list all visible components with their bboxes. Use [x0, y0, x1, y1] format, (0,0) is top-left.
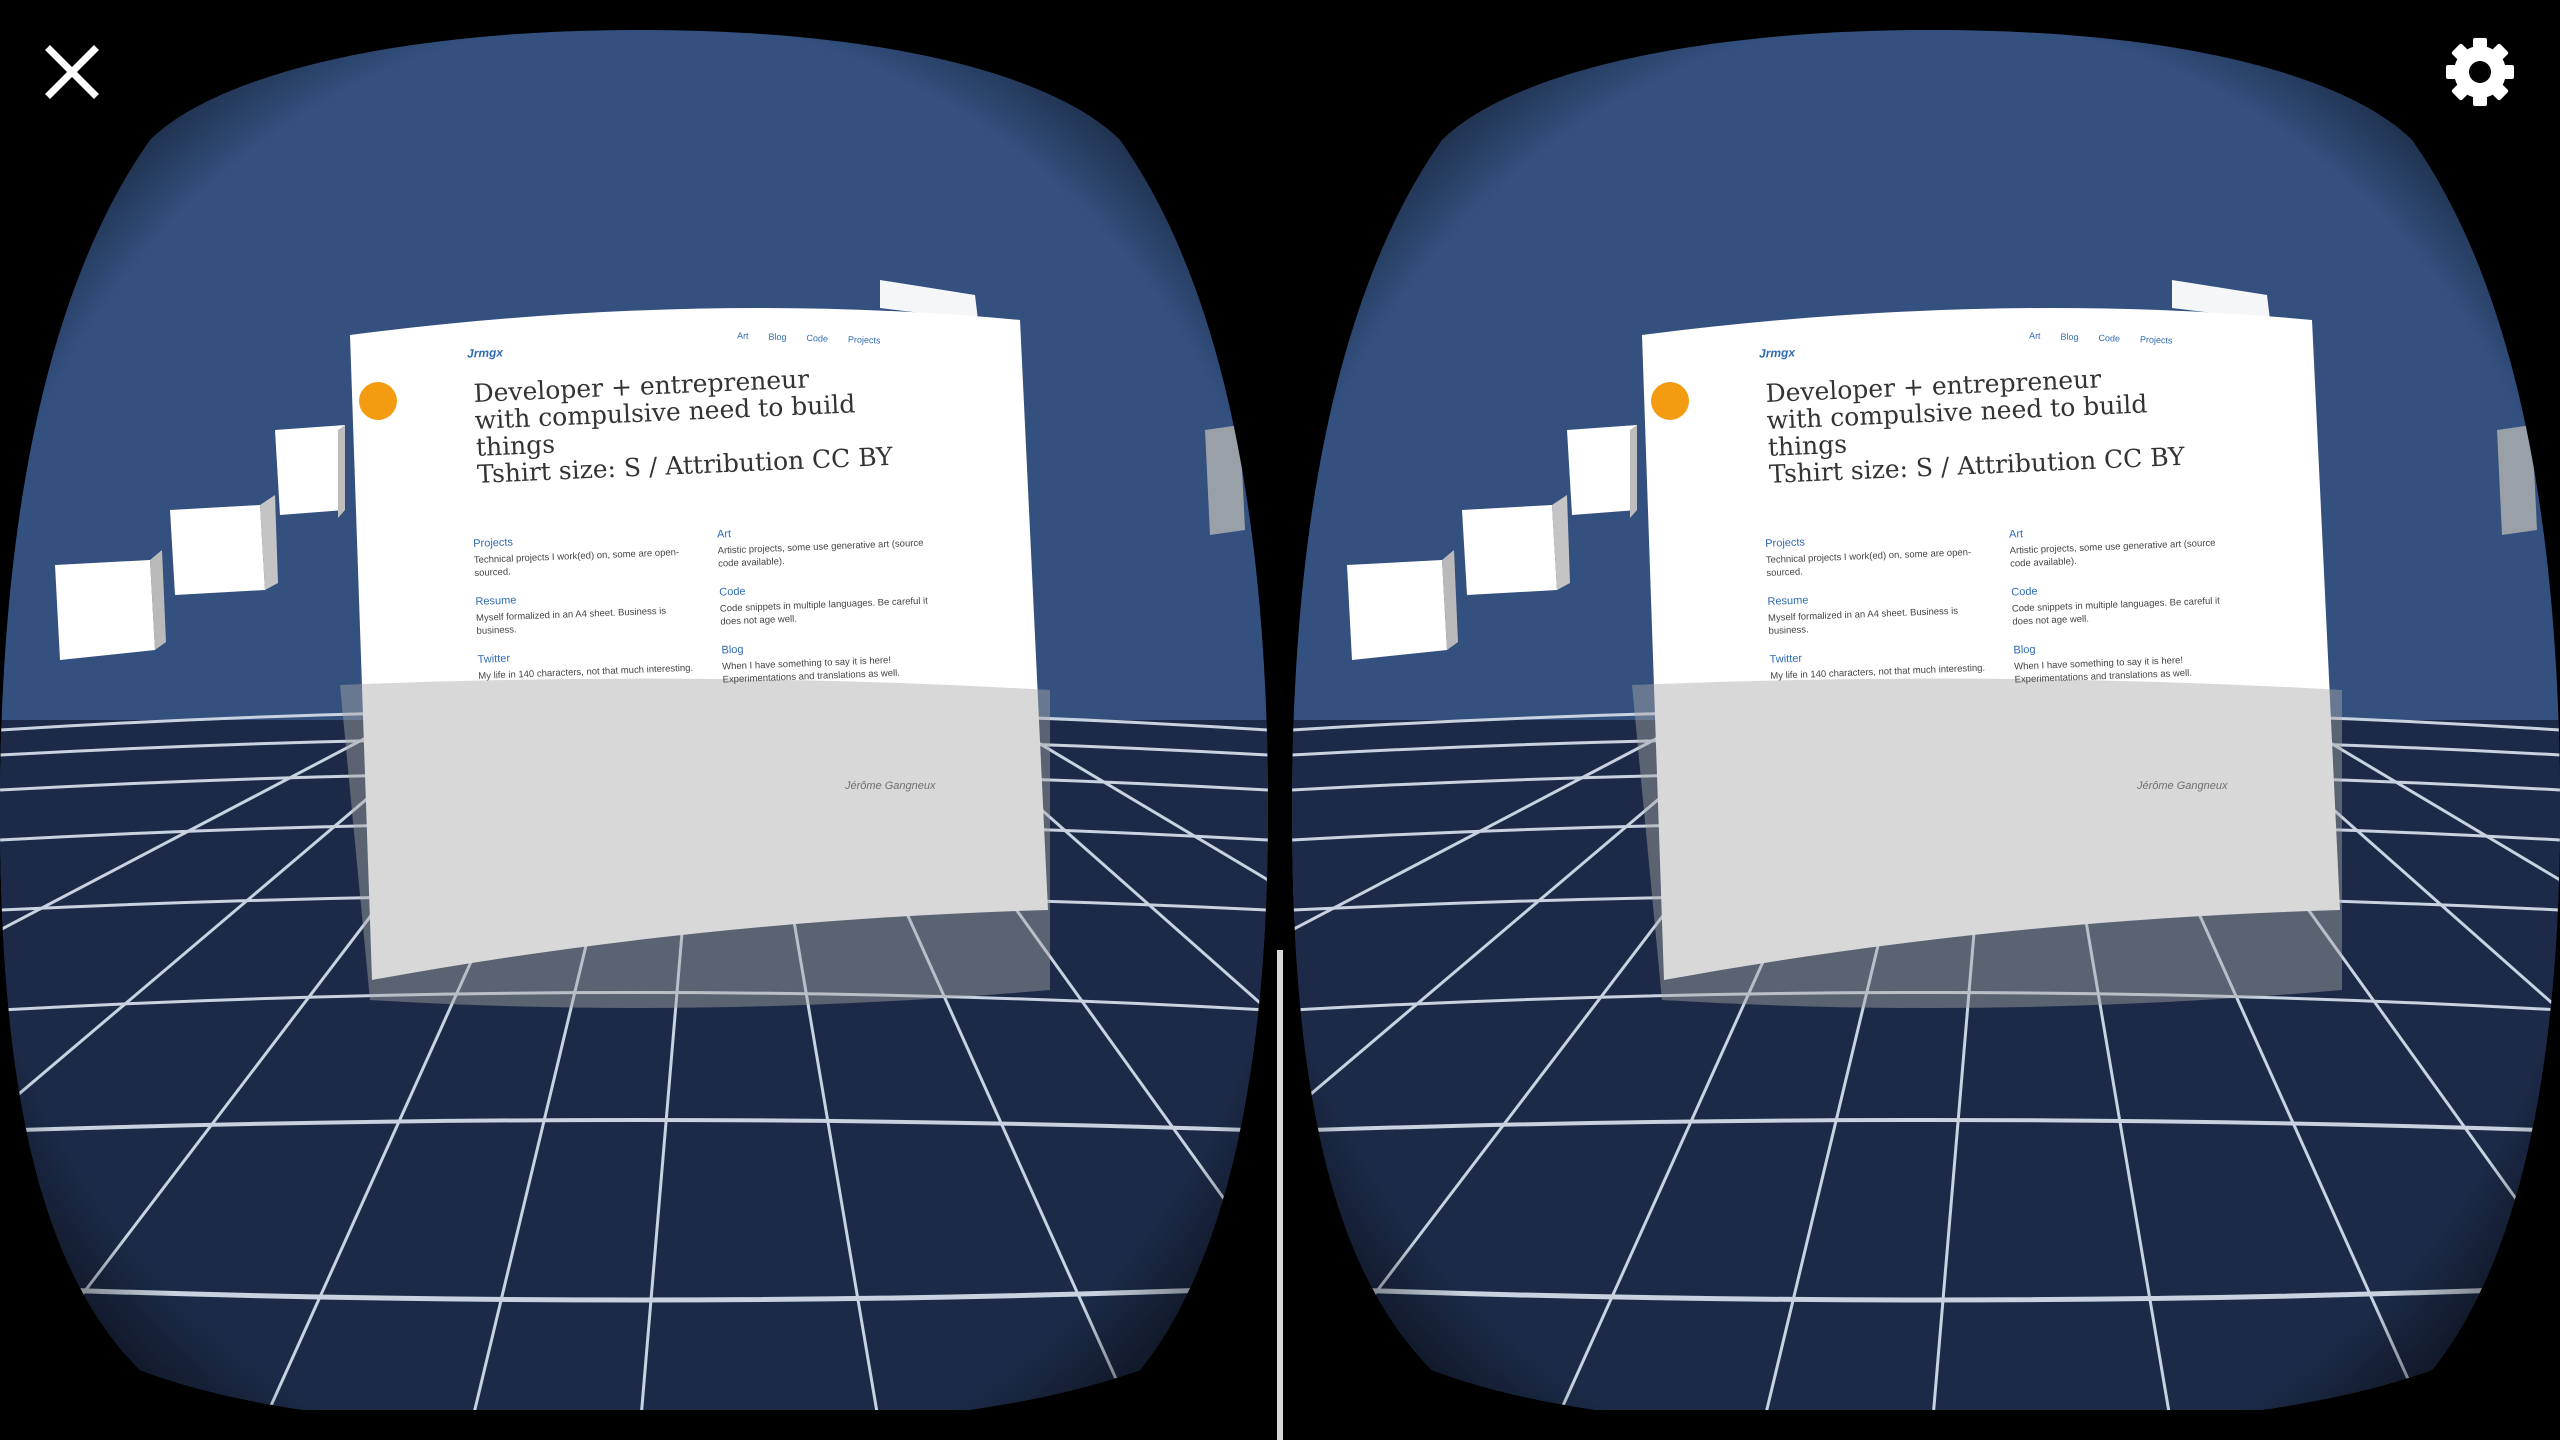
section-code: Code Code snippets in multiple languages… — [719, 578, 936, 628]
section-projects: Projects Technical projects I work(ed) o… — [473, 530, 690, 580]
section-blog: Blog When I have something to say it is … — [2013, 636, 2230, 686]
section-grid: Projects Technical projects I work(ed) o… — [1765, 520, 2231, 696]
section-blog: Blog When I have something to say it is … — [721, 636, 938, 686]
nav-link-code[interactable]: Code — [2098, 333, 2120, 344]
section-grid: Projects Technical projects I work(ed) o… — [473, 520, 939, 696]
signature: Jérôme Gangneux — [845, 780, 936, 792]
section-desc: Technical projects I work(ed) on, some a… — [473, 547, 680, 579]
page-headline: Developer + entrepreneur with compulsive… — [1765, 361, 2199, 489]
signature: Jérôme Gangneux — [2137, 780, 2228, 792]
nav-link-projects[interactable]: Projects — [2140, 334, 2173, 345]
section-resume: Resume Myself formalized in an A4 sheet.… — [475, 588, 692, 638]
left-eye-view: Jrmgx Art Blog Code Projects Developer +… — [0, 30, 1268, 1410]
section-desc: Code snippets in multiple languages. Be … — [2011, 595, 2221, 628]
site-nav: Art Blog Code Projects — [2029, 330, 2173, 345]
logo-dot — [1651, 382, 1689, 420]
nav-link-art[interactable]: Art — [737, 330, 749, 340]
right-eye-view: Jrmgx Art Blog Code Projects Developer +… — [1292, 30, 2560, 1410]
section-twitter: Twitter My life in 140 characters, not t… — [1769, 646, 1986, 696]
site-nav: Art Blog Code Projects — [737, 330, 881, 345]
close-button[interactable] — [36, 36, 108, 108]
section-desc: Artistic projects, some use generative a… — [717, 537, 924, 570]
section-art: Art Artistic projects, some use generati… — [717, 520, 934, 570]
section-desc: Myself formalized in an A4 sheet. Busine… — [1767, 605, 1959, 637]
section-desc: Myself formalized in an A4 sheet. Busine… — [475, 605, 667, 637]
section-desc: Artistic projects, some use generative a… — [2009, 537, 2216, 570]
nav-link-art[interactable]: Art — [2029, 330, 2041, 340]
vr-viewer: Jrmgx Art Blog Code Projects Developer +… — [0, 0, 2560, 1440]
section-resume: Resume Myself formalized in an A4 sheet.… — [1767, 588, 1984, 638]
section-projects: Projects Technical projects I work(ed) o… — [1765, 530, 1982, 580]
section-desc: My life in 140 characters, not that much… — [478, 662, 694, 682]
eye-divider — [1277, 950, 1283, 1440]
webpage-panel-content: Jrmgx Art Blog Code Projects Developer +… — [1627, 300, 2342, 1020]
nav-link-code[interactable]: Code — [806, 333, 828, 344]
section-twitter: Twitter My life in 140 characters, not t… — [477, 646, 694, 696]
nav-link-projects[interactable]: Projects — [848, 334, 881, 345]
webpage-panel-content: Jrmgx Art Blog Code Projects Developer +… — [335, 300, 1050, 1020]
nav-link-blog[interactable]: Blog — [2060, 332, 2078, 343]
section-art: Art Artistic projects, some use generati… — [2009, 520, 2226, 570]
section-code: Code Code snippets in multiple languages… — [2011, 578, 2228, 628]
page-headline: Developer + entrepreneur with compulsive… — [473, 361, 907, 489]
nav-link-blog[interactable]: Blog — [768, 332, 786, 343]
section-desc: My life in 140 characters, not that much… — [1770, 662, 1986, 682]
section-desc: Technical projects I work(ed) on, some a… — [1765, 547, 1972, 579]
logo-dot — [359, 382, 397, 420]
section-desc: Code snippets in multiple languages. Be … — [719, 595, 929, 628]
section-desc: When I have something to say it is here!… — [2013, 655, 2193, 686]
site-brand-link[interactable]: Jrmgx — [467, 345, 503, 360]
site-brand-link[interactable]: Jrmgx — [1759, 345, 1795, 360]
settings-button[interactable] — [2440, 32, 2520, 112]
gear-icon — [2446, 38, 2514, 106]
close-icon — [45, 45, 99, 99]
section-desc: When I have something to say it is here!… — [721, 655, 901, 686]
